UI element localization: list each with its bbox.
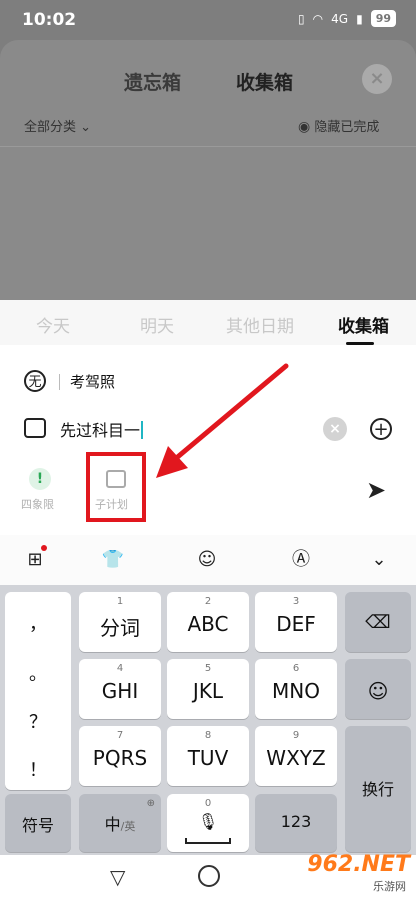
keyboard: ， 。 ？ ！ 1 分词 2 ABC 3 DEF ⌫ 4 GHI 5 JKL 6…: [0, 585, 416, 855]
key-label: WXYZ: [266, 746, 326, 770]
back-nav-icon[interactable]: ▽: [110, 865, 125, 889]
key-8[interactable]: 8 TUV: [167, 726, 249, 786]
punctuation-column[interactable]: ， 。 ？ ！: [5, 592, 71, 790]
key-label: JKL: [192, 679, 224, 703]
lang-sub: /英: [120, 820, 136, 833]
key-1[interactable]: 1 分词: [79, 592, 161, 652]
microphone-icon: 🎙: [197, 812, 219, 831]
space-bar-icon: [185, 838, 231, 844]
backspace-button[interactable]: ⌫: [345, 592, 411, 652]
watermark-sub: 乐游网: [373, 880, 406, 893]
globe-icon: ⊕: [146, 798, 155, 809]
key-label: DEF: [276, 612, 316, 636]
symbol-button[interactable]: 符号: [5, 794, 71, 852]
punct-period[interactable]: 。: [5, 660, 71, 686]
emoji-sticker-icon[interactable]: ☺: [194, 547, 220, 573]
watermark-brand: 962.NET: [307, 852, 410, 877]
key-label: GHI: [101, 679, 139, 703]
language-switch-button[interactable]: ⊕ 中/英: [79, 794, 161, 852]
key-5[interactable]: 5 JKL: [167, 659, 249, 719]
language-label: 中/英: [79, 811, 161, 835]
enter-label: 换行: [361, 780, 394, 799]
key-2[interactable]: 2 ABC: [167, 592, 249, 652]
keyboard-toolbar: ⊞ 👕 ☺ Ⓐ ⌄: [0, 535, 416, 585]
enter-button[interactable]: 换行: [345, 726, 411, 852]
home-nav-icon[interactable]: [198, 865, 220, 887]
key-number: 9: [292, 730, 300, 741]
key-number: 4: [116, 663, 124, 674]
emoji-button[interactable]: ☺: [345, 659, 411, 719]
punct-comma[interactable]: ，: [5, 610, 71, 636]
key-number: 6: [292, 663, 300, 674]
punct-exclaim[interactable]: ！: [5, 756, 71, 782]
key-number: 7: [116, 730, 124, 741]
key-6[interactable]: 6 MNO: [255, 659, 337, 719]
shirt-skin-icon[interactable]: 👕: [100, 547, 126, 573]
backspace-icon: ⌫: [365, 612, 391, 633]
key-label: PQRS: [92, 746, 148, 770]
notification-dot: [41, 545, 47, 551]
numeric-label: 123: [280, 812, 312, 831]
key-label: TUV: [187, 746, 229, 770]
key-number: 8: [204, 730, 212, 741]
punct-question[interactable]: ？: [5, 708, 71, 734]
key-3[interactable]: 3 DEF: [255, 592, 337, 652]
key-number: 3: [292, 596, 300, 607]
key-label: ABC: [187, 612, 229, 636]
symbol-label: 符号: [21, 816, 54, 835]
key-9[interactable]: 9 WXYZ: [255, 726, 337, 786]
collapse-keyboard-icon[interactable]: ⌄: [366, 547, 392, 573]
key-number: 5: [204, 663, 212, 674]
key-label: MNO: [272, 679, 320, 703]
numeric-switch-button[interactable]: 123: [255, 794, 337, 852]
voice-assistant-icon[interactable]: Ⓐ: [288, 547, 314, 573]
key-label: 分词: [100, 616, 140, 640]
key-number: 1: [116, 596, 124, 607]
key-4[interactable]: 4 GHI: [79, 659, 161, 719]
space-button[interactable]: 0 🎙: [167, 794, 249, 852]
smiley-icon: ☺: [367, 679, 389, 703]
lang-main: 中: [104, 815, 121, 834]
key-7[interactable]: 7 PQRS: [79, 726, 161, 786]
key-number: 0: [204, 798, 212, 809]
key-number: 2: [204, 596, 212, 607]
